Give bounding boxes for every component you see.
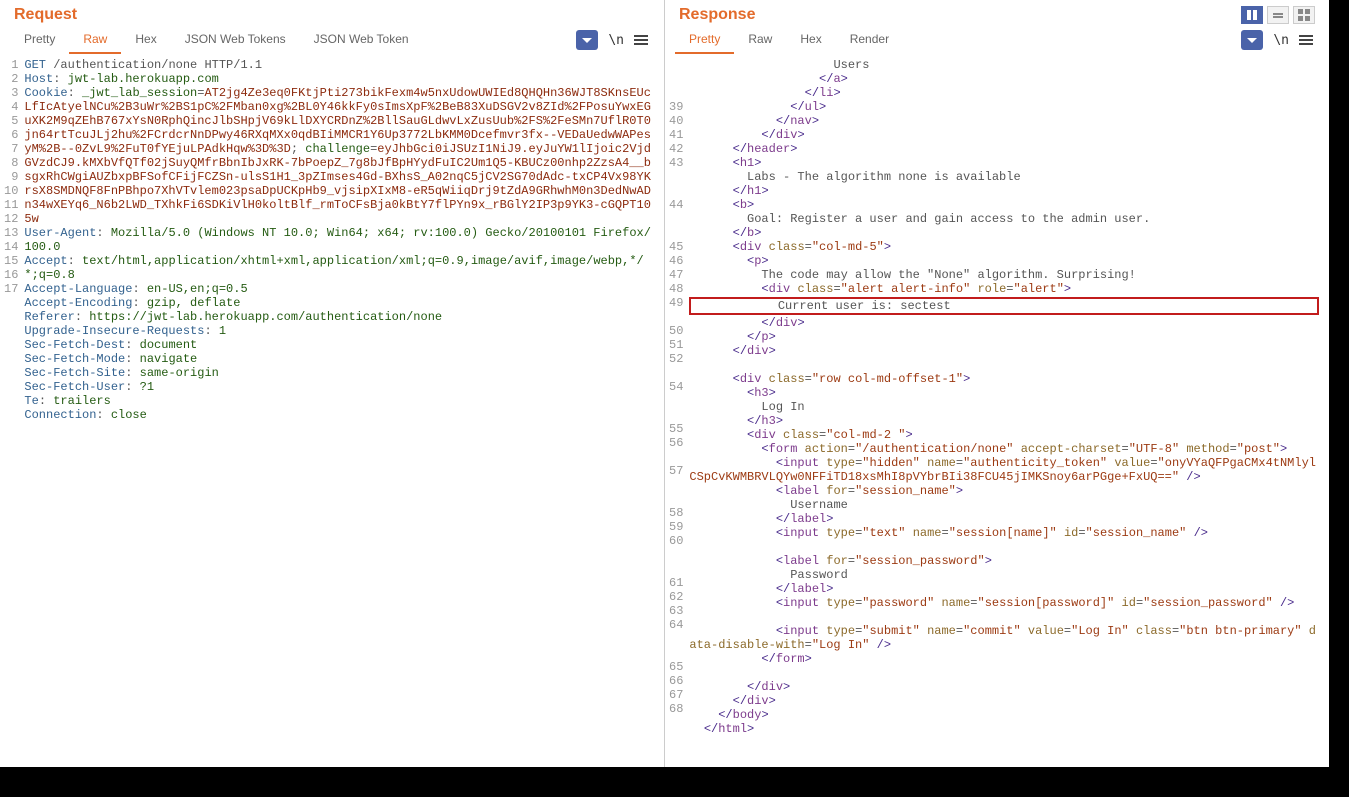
request-editor[interactable]: 1234567891011121314151617 GET /authentic… xyxy=(0,54,664,767)
resp-actions-dropdown[interactable] xyxy=(1241,30,1263,50)
caret-down-icon xyxy=(582,38,592,43)
tab-raw[interactable]: Raw xyxy=(69,26,121,54)
layout-rows-button[interactable] xyxy=(1267,6,1289,24)
tab-resp-render[interactable]: Render xyxy=(836,26,903,54)
resp-newline-toggle[interactable]: \n xyxy=(1273,33,1289,48)
request-header: Request xyxy=(0,0,664,24)
request-title: Request xyxy=(14,6,77,24)
actions-dropdown[interactable] xyxy=(576,30,598,50)
options-icon[interactable] xyxy=(634,35,648,45)
response-title: Response xyxy=(679,6,755,24)
tab-resp-raw[interactable]: Raw xyxy=(734,26,786,54)
layout-columns-button[interactable] xyxy=(1241,6,1263,24)
tab-resp-pretty[interactable]: Pretty xyxy=(675,26,734,54)
tab-jwt[interactable]: JSON Web Token xyxy=(300,26,423,54)
layout-toggle xyxy=(1241,6,1315,24)
tab-resp-hex[interactable]: Hex xyxy=(786,26,835,54)
tab-pretty[interactable]: Pretty xyxy=(10,26,69,54)
caret-down-icon xyxy=(1247,38,1257,43)
request-tabs: Pretty Raw Hex JSON Web Tokens JSON Web … xyxy=(0,24,664,54)
layout-grid-button[interactable] xyxy=(1293,6,1315,24)
app-window: Request Pretty Raw Hex JSON Web Tokens J… xyxy=(0,0,1329,767)
request-panel: Request Pretty Raw Hex JSON Web Tokens J… xyxy=(0,0,665,767)
response-header: Response xyxy=(665,0,1329,24)
tab-hex[interactable]: Hex xyxy=(121,26,170,54)
tab-jwt-plural[interactable]: JSON Web Tokens xyxy=(171,26,300,54)
resp-options-icon[interactable] xyxy=(1299,35,1313,45)
response-tabs: Pretty Raw Hex Render \n xyxy=(665,24,1329,54)
newline-toggle[interactable]: \n xyxy=(608,33,624,48)
response-viewer[interactable]: 3940414243 44 4546474849 505152 54 5556 … xyxy=(665,54,1329,767)
response-panel: Response Pretty Raw Hex Render \n 394041… xyxy=(665,0,1329,767)
